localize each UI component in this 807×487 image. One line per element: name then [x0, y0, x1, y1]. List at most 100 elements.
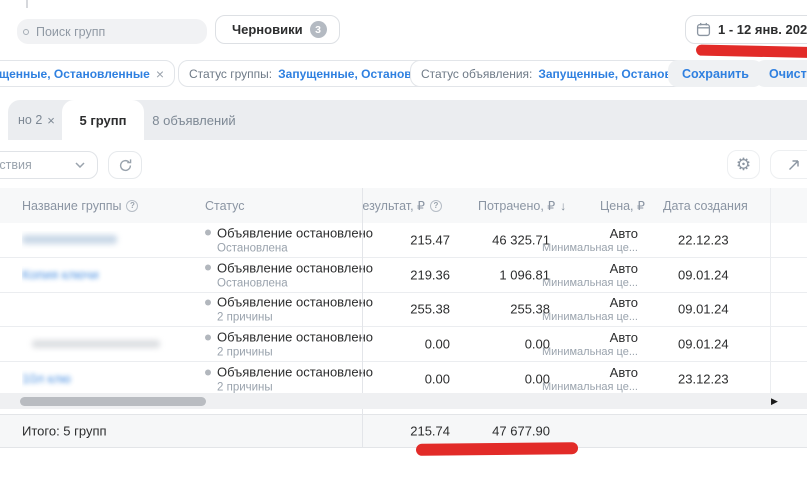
column-header-created-label: Дата создания: [663, 199, 748, 213]
column-header-price-label: Цена, ₽: [600, 198, 645, 213]
group-name-link[interactable]: 10л клю: [22, 371, 71, 386]
drafts-button[interactable]: Черновики 3: [215, 15, 340, 44]
filter-chip-campaign-status[interactable]: Запущенные, Остановленные ×: [0, 60, 175, 87]
creation-date: 23.12.23: [678, 372, 729, 387]
status-text: Объявление остановлено: [217, 295, 373, 310]
column-header-cost-per-result[interactable]: Цена за результат, ₽ ?: [363, 188, 442, 223]
group-name-cell: [22, 335, 197, 353]
status-dot-icon: [205, 299, 211, 305]
help-icon[interactable]: ?: [126, 200, 138, 212]
group-name-cell: [22, 231, 197, 249]
status-dot-icon: [205, 369, 211, 375]
export-button[interactable]: [770, 150, 807, 179]
red-marker-date: [696, 45, 807, 59]
price-strategy: Минимальная це...: [520, 277, 638, 289]
totals-cost-per-result: 215.74: [363, 424, 450, 439]
column-header-price[interactable]: Цена, ₽: [600, 188, 645, 223]
filter-label: Статус объявления:: [421, 67, 532, 81]
cost-per-result-value: 215.47: [363, 232, 450, 247]
status-dot-icon: [205, 265, 211, 271]
fixed-column-divider: [362, 188, 363, 448]
group-name-cell: 10л клю: [22, 370, 197, 388]
price-strategy: Минимальная це...: [520, 346, 638, 358]
cost-per-result-value: 255.38: [363, 302, 450, 317]
search-input[interactable]: [36, 25, 186, 39]
status-text: Объявление остановлено: [217, 260, 373, 275]
horizontal-scrollbar[interactable]: [0, 393, 807, 409]
status-cell: Объявление остановлено Остановлена: [205, 225, 370, 254]
table-row[interactable]: Объявление остановлено 2 причины 0.00 0.…: [0, 327, 807, 362]
table-body: Объявление остановлено Остановлена 215.4…: [0, 223, 807, 397]
table-row[interactable]: Объявление остановлено Остановлена 215.4…: [0, 223, 807, 258]
creation-date: 09.01.24: [678, 337, 729, 352]
tab-groups[interactable]: 5 групп: [62, 100, 144, 140]
settings-button[interactable]: ⚙: [727, 150, 760, 179]
calendar-icon: [696, 22, 711, 37]
table-row[interactable]: 10л клю Объявление остановлено 2 причины…: [0, 362, 807, 397]
right-column-divider: [770, 188, 771, 393]
creation-date: 09.01.24: [678, 267, 729, 282]
price-strategy: Минимальная це...: [520, 381, 638, 393]
column-header-spent-label: Потрачено, ₽: [478, 198, 555, 213]
status-cell: Объявление остановлено 2 причины: [205, 330, 370, 359]
price-cell: Авто Минимальная це...: [520, 295, 638, 323]
totals-spent: 47 677.90: [460, 424, 550, 439]
gear-icon: ⚙: [736, 156, 751, 173]
totals-row: Итого: 5 групп 215.74 47 677.90: [0, 414, 807, 448]
table-row[interactable]: Объявление остановлено 2 причины 255.38 …: [0, 293, 807, 328]
status-dot-icon: [205, 230, 211, 236]
column-header-created[interactable]: Дата создания: [663, 188, 748, 223]
status-cell: Объявление остановлено 2 причины: [205, 365, 370, 394]
filter-label: Статус группы:: [189, 67, 272, 81]
clear-filters-button[interactable]: Очистить: [755, 60, 807, 87]
status-substatus: 2 причины: [217, 347, 370, 359]
status-cell: Объявление остановлено Остановлена: [205, 260, 370, 289]
creation-date: 22.12.23: [678, 232, 729, 247]
close-icon[interactable]: ×: [47, 113, 55, 128]
group-name-link[interactable]: Копия ключи: [22, 267, 99, 282]
help-icon[interactable]: ?: [430, 200, 442, 212]
tab-bar: но 2 × 5 групп 8 объявлений: [8, 100, 807, 140]
column-header-name[interactable]: Название группы ?: [22, 188, 138, 223]
column-header-status-label: Статус: [205, 199, 245, 213]
selected-count-label: но 2: [18, 113, 42, 127]
status-substatus: 2 причины: [217, 312, 370, 324]
selected-count-chip[interactable]: но 2 ×: [18, 100, 55, 140]
status-substatus: Остановлена: [217, 277, 370, 289]
column-header-status[interactable]: Статус: [205, 188, 245, 223]
cost-per-result-value: 219.36: [363, 267, 450, 282]
scroll-right-icon[interactable]: ▶: [771, 396, 778, 407]
cost-per-result-value: 0.00: [363, 337, 450, 352]
drafts-count-badge: 3: [310, 21, 327, 38]
price-value: Авто: [520, 261, 638, 276]
status-text: Объявление остановлено: [217, 365, 373, 380]
group-search[interactable]: [17, 19, 207, 44]
price-cell: Авто Минимальная це...: [520, 226, 638, 254]
close-icon[interactable]: ×: [156, 67, 164, 81]
scrollbar-thumb[interactable]: [20, 397, 206, 406]
actions-dropdown[interactable]: Действия: [0, 151, 98, 179]
red-marker-totals: [416, 442, 578, 456]
price-value: Авто: [520, 295, 638, 310]
column-header-spent[interactable]: Потрачено, ₽ ↓: [478, 188, 566, 223]
status-dot-icon: [205, 334, 211, 340]
table-row[interactable]: Копия ключи Объявление остановлено Остан…: [0, 258, 807, 293]
price-cell: Авто Минимальная це...: [520, 261, 638, 289]
price-value: Авто: [520, 226, 638, 241]
save-filters-button[interactable]: Сохранить: [668, 60, 763, 87]
actions-label: Действия: [0, 158, 32, 172]
drafts-label: Черновики: [232, 22, 303, 37]
cost-per-result-value: 0.00: [363, 372, 450, 387]
group-name-cell: Копия ключи: [22, 266, 197, 284]
status-substatus: 2 причины: [217, 382, 370, 394]
price-value: Авто: [520, 365, 638, 380]
status-text: Объявление остановлено: [217, 330, 373, 345]
download-icon: [787, 158, 801, 172]
chevron-down-icon: [75, 162, 85, 168]
tab-ads[interactable]: 8 объявлений: [144, 100, 244, 140]
refresh-button[interactable]: [108, 151, 142, 179]
column-header-cpr-label: Цена за результат, ₽: [363, 198, 425, 213]
search-icon: [23, 29, 29, 35]
price-strategy: Минимальная це...: [520, 242, 638, 254]
date-range-picker[interactable]: 1 - 12 янв. 2024: [685, 15, 807, 44]
